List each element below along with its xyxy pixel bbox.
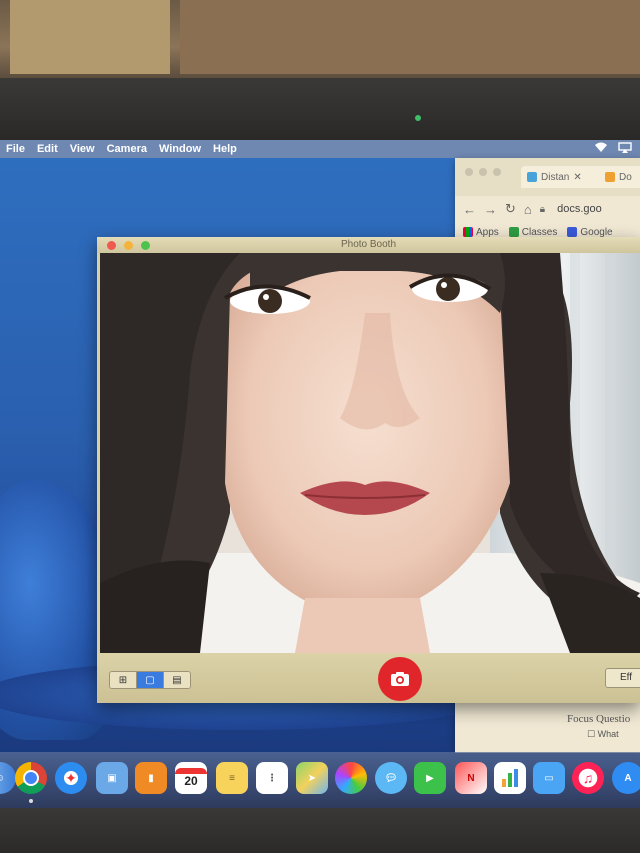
photo-booth-controls: ⊞ ▢ ▤ Eff xyxy=(97,653,640,703)
airplay-icon[interactable] xyxy=(618,142,632,156)
notes-icon[interactable]: ≡ xyxy=(216,762,248,794)
window-minimize-button[interactable] xyxy=(479,168,487,176)
home-icon[interactable]: ⌂ xyxy=(524,202,532,217)
preview-icon[interactable]: ▣ xyxy=(96,762,128,794)
bookmark-label: Apps xyxy=(476,226,499,238)
dock: ☺ ✦ ▣ ▮ 20 ≡ ⋮ ➤ 💬︎ ▶ N ▭ ♫ A xyxy=(0,752,640,808)
calendar-day: 20 xyxy=(184,774,198,788)
filmstrip-view-button[interactable]: ▤ xyxy=(164,672,190,688)
camera-preview-image xyxy=(100,253,640,653)
grid-icon: ⊞ xyxy=(118,674,128,686)
menu-window[interactable]: Window xyxy=(153,143,207,155)
reminders-icon[interactable]: ⋮ xyxy=(256,762,288,794)
doc-heading: Focus Questio xyxy=(567,713,631,725)
doc-line: ☐ What xyxy=(587,729,619,739)
menu-edit[interactable]: Edit xyxy=(31,143,64,155)
tab-label: Do xyxy=(619,171,632,183)
bookmark-classes[interactable]: Classes xyxy=(508,226,558,238)
books-icon[interactable]: ▮ xyxy=(135,762,167,794)
tab-close-icon[interactable]: ✕ xyxy=(573,172,581,183)
grid-view-button[interactable]: ⊞ xyxy=(110,672,137,688)
menu-bar: File Edit View Camera Window Help xyxy=(0,140,640,158)
chrome-icon[interactable] xyxy=(15,762,47,794)
photo-booth-titlebar[interactable]: Photo Booth xyxy=(97,237,640,253)
chrome-toolbar: ← → ↻ ⌂ 🔒︎ docs.goo xyxy=(455,196,640,222)
forward-arrow-icon[interactable]: → xyxy=(484,202,497,217)
tab-favicon-icon xyxy=(605,172,615,182)
messages-icon[interactable]: 💬︎ xyxy=(375,762,407,794)
menu-file[interactable]: File xyxy=(0,143,31,155)
filmstrip-icon: ▤ xyxy=(172,674,182,686)
music-icon[interactable]: ♫ xyxy=(572,762,604,794)
wifi-icon[interactable] xyxy=(594,142,608,156)
background-box xyxy=(10,0,170,74)
camera-icon xyxy=(391,672,409,686)
reload-icon[interactable]: ↻ xyxy=(505,201,516,217)
finder-icon[interactable]: ☺ xyxy=(0,762,16,794)
camera-preview xyxy=(100,253,640,653)
running-indicator xyxy=(29,799,33,803)
tab-docs[interactable]: Do xyxy=(599,166,640,188)
document-page: Focus Questio ☐ What xyxy=(455,713,640,753)
bookmark-apps[interactable]: Apps xyxy=(463,227,499,238)
effects-button[interactable]: Eff xyxy=(605,668,640,688)
app-store-icon[interactable]: A xyxy=(612,762,640,794)
facetime-icon[interactable]: ▶ xyxy=(414,762,446,794)
news-icon[interactable]: N xyxy=(455,762,487,794)
doc-line-text: What xyxy=(597,729,619,739)
address-bar[interactable]: docs.goo xyxy=(557,203,602,215)
photos-icon[interactable] xyxy=(335,762,367,794)
keynote-icon[interactable]: ▭ xyxy=(533,762,565,794)
window-title: Photo Booth xyxy=(340,239,397,250)
single-view-button[interactable]: ▢ xyxy=(137,672,164,688)
background-wall xyxy=(0,0,640,78)
background-cabinet xyxy=(180,0,640,74)
apps-grid-icon xyxy=(463,227,473,237)
menu-help[interactable]: Help xyxy=(207,143,243,155)
classroom-icon xyxy=(508,227,519,237)
laptop-bottom-bezel xyxy=(0,808,640,853)
numbers-icon[interactable] xyxy=(494,762,526,794)
status-area xyxy=(594,142,632,156)
maps-icon[interactable]: ➤ xyxy=(296,762,328,794)
menu-view[interactable]: View xyxy=(64,143,101,155)
lock-icon: 🔒︎ xyxy=(539,203,546,215)
bookmark-label: Classes xyxy=(521,226,558,238)
single-photo-icon: ▢ xyxy=(145,674,155,686)
bookmark-label: Google xyxy=(580,226,613,238)
chrome-tabstrip: Distan ✕ Do xyxy=(455,158,640,196)
tab-label: Distan xyxy=(541,171,570,183)
view-mode-switcher: ⊞ ▢ ▤ xyxy=(109,671,191,689)
calendar-icon[interactable]: 20 xyxy=(175,762,207,794)
bookmark-google[interactable]: Google xyxy=(567,226,613,238)
tab-distance[interactable]: Distan ✕ xyxy=(521,166,605,188)
menu-camera[interactable]: Camera xyxy=(101,143,153,155)
photo-booth-window: Photo Booth ⊞ ▢ ▤ Eff xyxy=(97,237,640,703)
tab-favicon-icon xyxy=(527,172,537,182)
take-photo-button[interactable] xyxy=(378,657,422,701)
back-arrow-icon[interactable]: ← xyxy=(463,202,476,217)
safari-icon[interactable]: ✦ xyxy=(55,762,87,794)
google-icon xyxy=(567,227,578,237)
camera-light xyxy=(415,115,421,121)
window-close-button[interactable] xyxy=(465,168,473,176)
laptop-bezel xyxy=(0,78,640,140)
window-zoom-button[interactable] xyxy=(493,168,501,176)
laptop-screen: File Edit View Camera Window Help Distan… xyxy=(0,140,640,808)
